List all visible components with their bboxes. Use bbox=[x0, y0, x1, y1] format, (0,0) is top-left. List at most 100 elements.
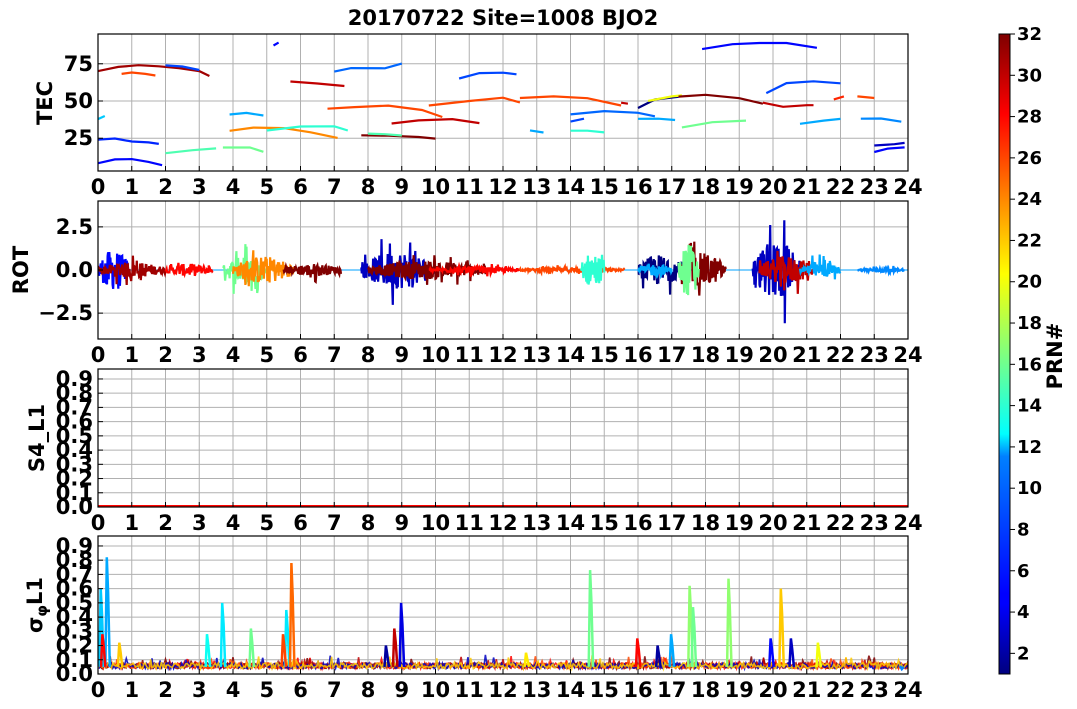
rot-xtick-label: 4 bbox=[226, 343, 241, 367]
sigma-spike-prn-13 bbox=[204, 634, 212, 668]
colorbar-tick-label: 16 bbox=[1017, 354, 1042, 375]
sigma-phi-ylabel-rest: L1 bbox=[23, 577, 47, 605]
sigma-spike-prn-9 bbox=[899, 665, 905, 672]
colorbar-tick-label: 4 bbox=[1017, 602, 1030, 623]
colorbar-tick-label: 20 bbox=[1017, 272, 1042, 293]
tec-xtick-label: 17 bbox=[657, 175, 686, 199]
tec-xtick-label: 2 bbox=[158, 175, 173, 199]
rot-xtick-label: 18 bbox=[691, 343, 720, 367]
s4-xtick-label: 3 bbox=[192, 511, 207, 535]
s4-xtick-label: 6 bbox=[293, 511, 308, 535]
rot-burst-prn-26 bbox=[518, 262, 626, 277]
rot-xtick-label: 6 bbox=[293, 343, 308, 367]
s4-xtick-label: 14 bbox=[556, 511, 585, 535]
sigma-phi-xtick-label: 2 bbox=[158, 678, 173, 702]
series-prn-5 bbox=[98, 157, 163, 167]
sigma-phi-ylabel-main: σ bbox=[23, 617, 47, 633]
series-prn-5 bbox=[272, 41, 280, 47]
tec-xtick-label: 7 bbox=[327, 175, 342, 199]
colorbar-tick-label: 26 bbox=[1017, 148, 1042, 169]
sigma-phi-xtick-label: 23 bbox=[860, 678, 889, 702]
series-prn-9 bbox=[860, 117, 902, 123]
rot-xtick-label: 7 bbox=[327, 343, 342, 367]
s4-xtick-label: 2 bbox=[158, 511, 173, 535]
sigma-phi-xtick-label: 9 bbox=[394, 678, 409, 702]
rot-xtick-label: 19 bbox=[725, 343, 754, 367]
colorbar-tick-label: 30 bbox=[1017, 65, 1042, 86]
tec-xtick-label: 24 bbox=[893, 175, 922, 199]
sigma-phi-xtick-label: 18 bbox=[691, 678, 720, 702]
rot-xtick-label: 13 bbox=[522, 343, 551, 367]
rot-burst-prn-9 bbox=[857, 264, 906, 277]
s4-xtick-label: 4 bbox=[226, 511, 241, 535]
series-prn-5 bbox=[701, 41, 818, 51]
rot-xtick-label: 20 bbox=[758, 343, 787, 367]
tec-xtick-label: 15 bbox=[590, 175, 619, 199]
sigma-phi-xtick-label: 7 bbox=[327, 678, 342, 702]
tec-xtick-label: 9 bbox=[394, 175, 409, 199]
sigma-phi-ytick-label: 0.9 bbox=[56, 534, 93, 558]
rot-xtick-label: 8 bbox=[361, 343, 376, 367]
s4-xtick-label: 5 bbox=[259, 511, 274, 535]
series-prn-30 bbox=[762, 101, 814, 108]
rot-ytick-label: −2.5 bbox=[38, 301, 93, 325]
tec-data bbox=[98, 41, 905, 167]
rot-burst-prn-14 bbox=[579, 254, 606, 285]
series-prn-26 bbox=[121, 71, 156, 77]
series-prn-7 bbox=[570, 117, 585, 123]
sigma-phi-xtick-label: 11 bbox=[455, 678, 484, 702]
series-prn-32 bbox=[678, 93, 764, 105]
sigma-phi-panel: 0 1 2 3 4 5 6 7 8 9 10 11 12 13 14 15 16 17 18 19 20 21 22 23 24… bbox=[56, 534, 923, 702]
sigma-phi-xtick-label: 10 bbox=[421, 678, 450, 702]
series-prn-10 bbox=[229, 111, 264, 117]
colorbar-tick-label: 10 bbox=[1017, 478, 1042, 499]
tec-xtick-label: 13 bbox=[522, 175, 551, 199]
colorbar-tick-label: 18 bbox=[1017, 313, 1042, 334]
s4-xtick-label: 8 bbox=[361, 511, 376, 535]
colorbar-tick-label: 2 bbox=[1017, 643, 1030, 664]
rot-burst-prn-28 bbox=[164, 262, 214, 279]
tec-xtick-label: 6 bbox=[293, 175, 308, 199]
series-prn-20 bbox=[647, 94, 683, 102]
sigma-spike-prn-22 bbox=[778, 588, 786, 667]
colorbar-tick-label: 28 bbox=[1017, 107, 1042, 128]
series-prn-8 bbox=[570, 109, 656, 118]
sigma-spike-prn-25 bbox=[288, 562, 296, 667]
sigma-phi-xtick-label: 15 bbox=[590, 678, 619, 702]
sigma-spike-prn-12 bbox=[219, 602, 227, 667]
sigma-phi-xtick-label: 5 bbox=[259, 678, 274, 702]
sigma-phi-ylabel: σφL1 bbox=[23, 577, 51, 633]
s4-panel: 0 1 2 3 4 5 6 7 8 9 10 11 12 13 14 15 16 17 18 19 20 21 22 23 24… bbox=[56, 367, 923, 535]
s4-xtick-label: 23 bbox=[860, 511, 889, 535]
figure: 20170722 Site=1008 BJO2 0 1 2 3 4 5 6 7 8 9 10 11 12… bbox=[9, 6, 1067, 702]
rot-xtick-label: 1 bbox=[124, 343, 139, 367]
tec-xtick-label: 10 bbox=[421, 175, 450, 199]
sigma-phi-xtick-label: 20 bbox=[758, 678, 787, 702]
sigma-phi-grid bbox=[97, 536, 909, 675]
s4-xtick-label: 15 bbox=[590, 511, 619, 535]
colorbar-tick-label: 6 bbox=[1017, 561, 1030, 582]
rot-xtick-label: 23 bbox=[860, 343, 889, 367]
chart-title: 20170722 Site=1008 BJO2 bbox=[348, 6, 658, 30]
rot-xtick-label: 15 bbox=[590, 343, 619, 367]
colorbar-tick-label: 22 bbox=[1017, 230, 1042, 251]
series-prn-27 bbox=[833, 95, 845, 101]
series-prn-16 bbox=[222, 146, 264, 153]
sigma-spike-prn-30 bbox=[391, 628, 399, 667]
tec-xtick-label: 19 bbox=[725, 175, 754, 199]
s4-ylabel: S4_L1 bbox=[25, 404, 49, 472]
tec-xtick-label: 11 bbox=[455, 175, 484, 199]
rot-burst-prn-32 bbox=[282, 261, 343, 284]
sigma-phi-xtick-label: 14 bbox=[556, 678, 585, 702]
tec-ytick-label: 50 bbox=[64, 89, 93, 113]
sigma-phi-xtick-label: 17 bbox=[657, 678, 686, 702]
s4-xtick-label: 21 bbox=[792, 511, 821, 535]
tec-xtick-label: 22 bbox=[826, 175, 855, 199]
s4-xtick-label: 12 bbox=[488, 511, 517, 535]
s4-xtick-label: 13 bbox=[522, 511, 551, 535]
rot-xtick-label: 2 bbox=[158, 343, 173, 367]
tec-xtick-label: 3 bbox=[192, 175, 207, 199]
rot-panel: 0 1 2 3 4 5 6 7 8 9 10 11 12 13 14 15 16 17 18 19 20 21 22 23 24… bbox=[38, 200, 923, 367]
s4-xtick-label: 10 bbox=[421, 511, 450, 535]
colorbar-label: PRN# bbox=[1043, 323, 1067, 390]
